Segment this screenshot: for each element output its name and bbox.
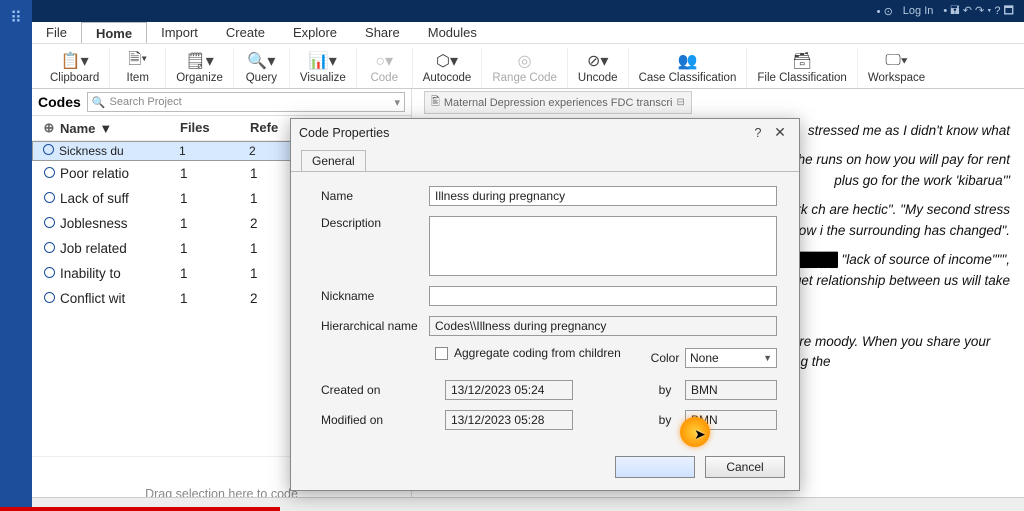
code-files: 1 bbox=[180, 241, 250, 256]
label-nickname: Nickname bbox=[321, 289, 429, 303]
ribbon-visualize[interactable]: 📊▾Visualize bbox=[290, 48, 357, 88]
ok-button[interactable] bbox=[615, 456, 695, 478]
sort-desc-icon: ▼ bbox=[99, 121, 112, 136]
cancel-button[interactable]: Cancel bbox=[705, 456, 785, 478]
dialog-help-button[interactable]: ? bbox=[747, 126, 769, 140]
hierarchical-name-field: Codes\\Illness during pregnancy bbox=[429, 316, 777, 336]
code-properties-dialog: Code Properties ? ✕ General Name Descrip… bbox=[290, 118, 800, 491]
search-icon: 🔍 bbox=[92, 96, 106, 109]
code-name: Sickness du bbox=[59, 144, 179, 158]
label-description: Description bbox=[321, 216, 429, 230]
dialog-tab-general[interactable]: General bbox=[301, 150, 366, 171]
code-name-input[interactable] bbox=[429, 186, 777, 206]
codes-panel-title: Codes bbox=[38, 94, 81, 110]
dialog-close-button[interactable]: ✕ bbox=[769, 124, 791, 141]
ribbon-query[interactable]: 🔍▾Query bbox=[234, 48, 290, 88]
titlebar-dots: • ⊙ bbox=[877, 5, 893, 18]
ribbon-workspace[interactable]: 🖵▾Workspace bbox=[858, 48, 935, 88]
aggregate-checkbox[interactable] bbox=[435, 347, 448, 360]
code-nickname-input[interactable] bbox=[429, 286, 777, 306]
code-bullet-icon bbox=[37, 144, 59, 158]
menu-bar: File Home Import Create Explore Share Mo… bbox=[32, 22, 1024, 44]
modified-on-field: 13/12/2023 05:28 bbox=[445, 410, 573, 430]
dialog-title: Code Properties bbox=[299, 126, 747, 140]
menu-explore[interactable]: Explore bbox=[279, 22, 351, 43]
code-files: 1 bbox=[180, 191, 250, 206]
menu-share[interactable]: Share bbox=[351, 22, 414, 43]
doc-icon: 🖺 bbox=[431, 93, 440, 112]
code-bullet-icon bbox=[38, 166, 60, 181]
code-name: Joblesness bbox=[60, 216, 180, 231]
code-files: 1 bbox=[180, 266, 250, 281]
cursor-icon: ➤ bbox=[694, 426, 706, 443]
document-tab[interactable]: 🖺 Maternal Depression experiences FDC tr… bbox=[424, 91, 692, 114]
code-bullet-icon bbox=[38, 241, 60, 256]
ribbon-range-code: ◎Range Code bbox=[482, 48, 568, 88]
ribbon-organize[interactable]: 🗒▾Organize bbox=[166, 48, 234, 88]
col-name[interactable]: Name▼ bbox=[60, 120, 180, 136]
label-color: Color bbox=[645, 351, 685, 365]
code-bullet-icon bbox=[38, 216, 60, 231]
code-files: 1 bbox=[180, 291, 250, 306]
menu-modules[interactable]: Modules bbox=[414, 22, 491, 43]
code-bullet-icon bbox=[38, 191, 60, 206]
label-created-by: by bbox=[645, 383, 685, 397]
ribbon-clipboard[interactable]: 📋▾Clipboard bbox=[40, 48, 110, 88]
ribbon-file-classification[interactable]: 🗃File Classification bbox=[747, 48, 857, 88]
ribbon-code: ○▾Code bbox=[357, 48, 413, 88]
menu-import[interactable]: Import bbox=[147, 22, 212, 43]
code-bullet-icon bbox=[38, 291, 60, 306]
ribbon: 📋▾Clipboard 🗎▾Item 🗒▾Organize 🔍▾Query 📊▾… bbox=[32, 44, 1024, 89]
code-name: Job related bbox=[60, 241, 180, 256]
title-bar: • ⊙ Log In • 🖬 ↶ ↷ ▾ ? 🗖 bbox=[32, 0, 1024, 22]
chevron-down-icon[interactable]: ▾ bbox=[394, 96, 400, 109]
ribbon-uncode[interactable]: ⊘▾Uncode bbox=[568, 48, 629, 88]
code-name: Lack of suff bbox=[60, 191, 180, 206]
chevron-down-icon: ▼ bbox=[763, 353, 772, 363]
color-select[interactable]: None▼ bbox=[685, 348, 777, 368]
move-grip-icon[interactable]: ⠿ bbox=[10, 8, 22, 28]
created-on-field: 13/12/2023 05:24 bbox=[445, 380, 573, 400]
label-name: Name bbox=[321, 189, 429, 203]
close-tab-icon[interactable]: ⊟ bbox=[677, 97, 685, 108]
code-files: 1 bbox=[180, 216, 250, 231]
search-project-input[interactable]: 🔍 Search Project ▾ bbox=[87, 92, 405, 112]
code-name: Inability to bbox=[60, 266, 180, 281]
menu-home[interactable]: Home bbox=[81, 22, 147, 43]
app-sidebar-strip: ⠿ bbox=[0, 0, 32, 511]
titlebar-icons[interactable]: • 🖬 ↶ ↷ ▾ ? 🗖 bbox=[943, 2, 1014, 21]
code-files: 1 bbox=[180, 166, 250, 181]
created-by-field: BMN bbox=[685, 380, 777, 400]
code-description-input[interactable] bbox=[429, 216, 777, 276]
add-code-button[interactable]: ⊕ bbox=[38, 120, 60, 136]
code-name: Poor relatio bbox=[60, 166, 180, 181]
label-hierarchical: Hierarchical name bbox=[321, 319, 429, 333]
code-bullet-icon bbox=[38, 266, 60, 281]
label-modified: Modified on bbox=[321, 413, 429, 427]
menu-create[interactable]: Create bbox=[212, 22, 279, 43]
menu-file[interactable]: File bbox=[32, 22, 81, 43]
col-files[interactable]: Files bbox=[180, 120, 250, 136]
ribbon-case-classification[interactable]: 👥Case Classification bbox=[629, 48, 748, 88]
code-files: 1 bbox=[179, 144, 249, 158]
label-created: Created on bbox=[321, 383, 429, 397]
label-modified-by: by bbox=[645, 413, 685, 427]
login-link[interactable]: Log In bbox=[903, 5, 934, 17]
label-aggregate: Aggregate coding from children bbox=[454, 346, 621, 360]
code-name: Conflict wit bbox=[60, 291, 180, 306]
ribbon-item[interactable]: 🗎▾Item bbox=[110, 48, 166, 88]
ribbon-autocode[interactable]: ⬡▾Autocode bbox=[413, 48, 483, 88]
progress-bar bbox=[0, 507, 280, 511]
